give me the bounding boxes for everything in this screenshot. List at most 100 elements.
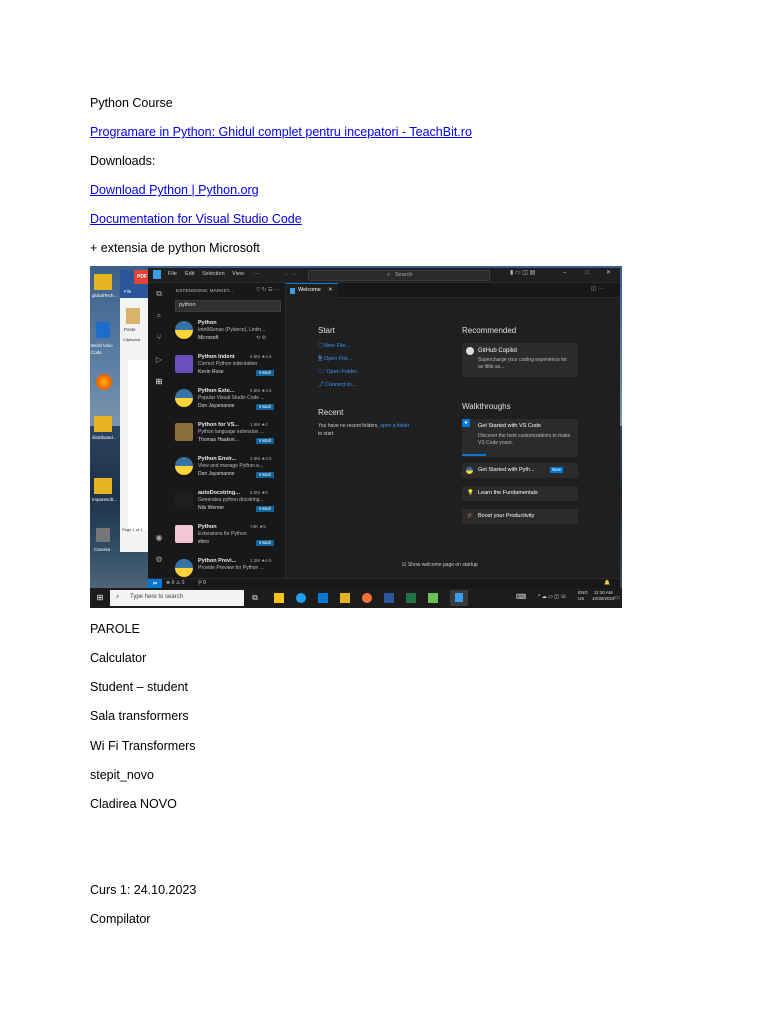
manage-gear-icon[interactable]: ⟲ ⚙	[256, 335, 266, 342]
install-button[interactable]: Install	[256, 506, 274, 512]
ports-status[interactable]: ⚲ 0	[198, 580, 206, 587]
editor-actions-icon[interactable]: ◫ ···	[591, 286, 603, 293]
new-file-link[interactable]: 🗋 New File...	[318, 343, 350, 350]
explorer-icon[interactable]: ⧉	[151, 289, 167, 299]
mail-icon[interactable]	[318, 593, 328, 603]
extensions-icon[interactable]: ⊞	[151, 377, 167, 387]
extension-author: Kevin Rose	[198, 369, 224, 375]
teachbit-link[interactable]: Programare in Python: Ghidul complet pen…	[90, 124, 472, 140]
tray-icons[interactable]: ^ ☁ ▭ ◫ ☏	[538, 594, 567, 601]
extension-item[interactable]: autoDocstring... 6.0M ★5 Generates python …	[170, 487, 285, 519]
extension-item[interactable]: Python Exte... 6.8M ★4.5 Popular Visual St…	[170, 385, 285, 417]
extension-stats: 74K ★5	[250, 524, 266, 529]
copilot-card[interactable]: GitHub Copilot Supercharge your coding e…	[462, 343, 578, 377]
windows-start-icon[interactable]: ⊞	[94, 593, 106, 603]
edge-icon[interactable]	[296, 593, 306, 603]
word-clipboard-label: Clipboard	[123, 337, 141, 342]
file-explorer-icon[interactable]	[340, 593, 350, 603]
minimize-icon[interactable]: –	[563, 270, 566, 277]
gear-icon[interactable]: ⚙	[151, 555, 167, 565]
python-download-link[interactable]: Download Python | Python.org	[90, 182, 259, 198]
problems-status[interactable]: ⊗ 0 ⚠ 0	[166, 580, 184, 587]
keyboard-icon[interactable]: ⌨	[514, 593, 528, 603]
filter-icon[interactable]: ▽ ↻ ☰ ···	[256, 287, 280, 294]
maximize-icon[interactable]: □	[585, 270, 589, 277]
word-icon[interactable]	[96, 322, 110, 338]
extension-search-input[interactable]: python	[175, 300, 281, 312]
vscode-docs-link[interactable]: Documentation for Visual Studio Code	[90, 211, 302, 227]
recommended-heading: Recommended	[462, 326, 517, 335]
extension-icon	[175, 355, 193, 373]
walk1-progress	[462, 454, 486, 456]
extension-item[interactable]: Python Indent 6.8M ★4.5 Correct Python ind…	[170, 351, 285, 383]
tab-close-icon[interactable]: ✕	[328, 287, 333, 294]
tray-language[interactable]: ENG US	[578, 590, 588, 602]
run-debug-icon[interactable]: ▷	[151, 355, 167, 365]
extension-item[interactable]: Python Previ... 1.3M ★4.5 Provide Preview …	[170, 555, 285, 578]
show-welcome-toggle[interactable]: ☑ Show welcome page on startup	[402, 562, 478, 569]
install-button[interactable]: Install	[256, 540, 274, 546]
command-search[interactable]: ⌕ Search	[308, 270, 490, 281]
source-control-icon[interactable]: ⑂	[151, 333, 167, 343]
folder-icon[interactable]	[94, 478, 112, 494]
walkthrough-python[interactable]: Get Started with Pyth... New	[462, 463, 578, 478]
extension-item[interactable]: Python IntelliSense (Pylance), Lintin... M…	[170, 317, 285, 349]
excel-icon[interactable]	[406, 593, 416, 603]
walkthrough-fundamentals[interactable]: 💡 Learn the Fundamentals	[462, 486, 578, 501]
folder-icon[interactable]	[94, 274, 112, 290]
install-button[interactable]: Install	[256, 472, 274, 478]
ports-count: 0	[203, 580, 206, 586]
folder-icon[interactable]	[94, 416, 112, 432]
extension-icon	[175, 321, 193, 339]
firefox-icon[interactable]	[362, 593, 372, 603]
doc-line: Sala transformers	[90, 709, 189, 723]
extension-item[interactable]: Python Envir... 1.8M ★3.5 View and manage …	[170, 453, 285, 485]
account-icon[interactable]: ◉	[151, 533, 167, 543]
notification-icon[interactable]: ▭	[612, 593, 622, 603]
extension-item[interactable]: Python 74K ★5 Extensions for Python shiro In…	[170, 521, 285, 553]
open-folder-label: Open Folder...	[326, 369, 362, 375]
walkthrough-vscode[interactable]: ★ Get Started with VS Code Discover the …	[462, 419, 578, 457]
nav-arrows-icon[interactable]: ← →	[284, 271, 297, 278]
install-button[interactable]: Install	[256, 438, 274, 444]
new-file-label: New File...	[323, 343, 350, 349]
camera-icon[interactable]	[96, 528, 110, 542]
checkbox-icon[interactable]: ☑	[402, 562, 406, 568]
lightbulb-icon: 💡	[467, 490, 474, 496]
bell-icon[interactable]: 🔔	[604, 580, 610, 587]
welcome-page: Start 🗋 New File... 🗎 Open File... 🗁 Ope…	[286, 298, 620, 578]
tab-welcome[interactable]: Welcome ✕	[286, 283, 338, 298]
menu-selection[interactable]: Selection	[202, 271, 225, 278]
extension-icon	[175, 491, 193, 509]
app-icon[interactable]	[428, 593, 438, 603]
word-page-count: Page 1 of 1	[122, 527, 143, 532]
widgets-icon[interactable]	[274, 593, 284, 603]
word-tab-file[interactable]: File	[124, 288, 131, 295]
extension-name: Python Previ...	[198, 558, 237, 564]
walk4-title: Boost your Productivity	[478, 513, 535, 519]
layout-icons[interactable]: ▮ ▭ ◫ ▤	[510, 270, 535, 277]
paste-icon[interactable]	[126, 308, 140, 324]
open-folder-link[interactable]: 🗁 Open Folder...	[318, 369, 361, 376]
menu-edit[interactable]: Edit	[185, 271, 194, 278]
menu-view[interactable]: View	[232, 271, 244, 278]
word-page	[128, 360, 150, 530]
open-folder-inline-link[interactable]: open a folder	[380, 423, 409, 429]
vscode-taskbar-button[interactable]	[450, 590, 468, 606]
menu-more[interactable]: ···	[254, 271, 260, 278]
search-icon[interactable]: ⌕	[151, 311, 167, 321]
install-button[interactable]: Install	[256, 404, 274, 410]
desktop-label: Word Visio Code	[91, 343, 113, 355]
task-view-icon[interactable]: ⧉	[248, 593, 262, 603]
taskbar-search[interactable]: ⌕ Type here to search	[110, 590, 244, 606]
open-file-link[interactable]: 🗎 Open File...	[318, 356, 352, 363]
menu-file[interactable]: File	[168, 271, 177, 278]
taskbar: ⊞ ⌕ Type here to search ⧉ ⌨ ^ ☁ ▭ ◫ ☏ EN…	[90, 588, 622, 608]
extension-item[interactable]: Python for VS... 1.9M ★2 Python language e…	[170, 419, 285, 451]
walkthrough-productivity[interactable]: 🎓 Boost your Productivity	[462, 509, 578, 524]
firefox-icon[interactable]	[96, 374, 112, 390]
close-icon[interactable]: ✕	[606, 270, 611, 277]
word-icon[interactable]	[384, 593, 394, 603]
install-button[interactable]: Install	[256, 370, 274, 376]
connect-link[interactable]: ⤴ Connect to...	[318, 382, 356, 389]
